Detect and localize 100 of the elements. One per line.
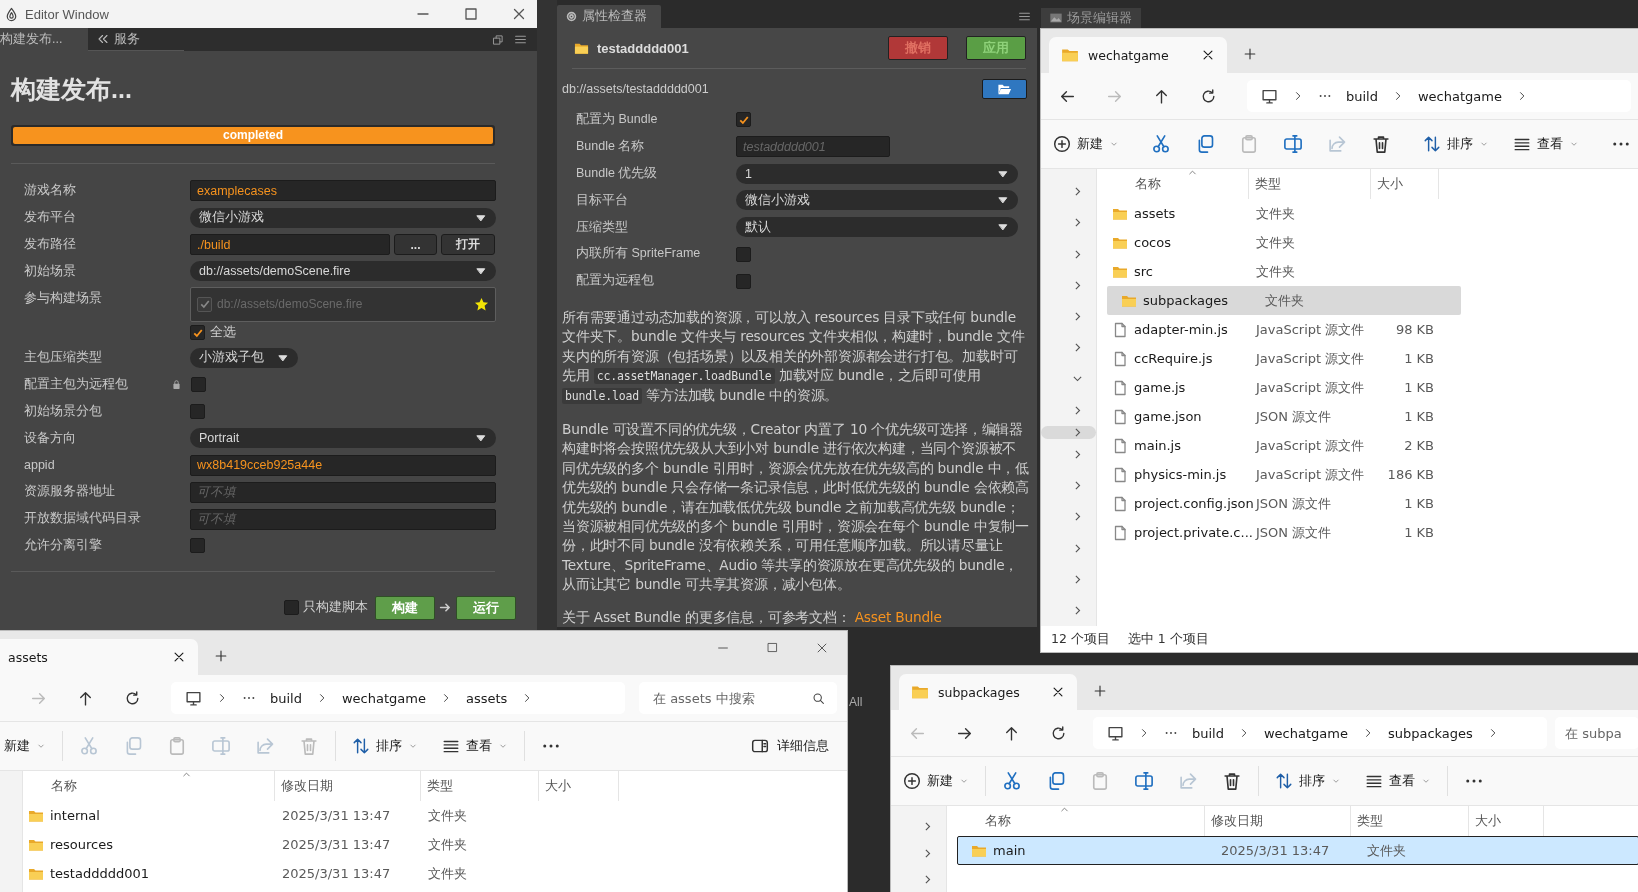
rename-icon[interactable] <box>1134 771 1154 791</box>
file-row[interactable]: internal 2025/3/31 13:47 文件夹 <box>23 801 847 830</box>
address-bar[interactable]: build wechatgame <box>1247 80 1631 112</box>
open-folder-button[interactable] <box>982 79 1027 99</box>
panel-tab[interactable]: 属性检查器 <box>557 5 661 28</box>
folder-tab[interactable]: subpackages <box>899 674 1077 710</box>
checkbox[interactable] <box>191 377 206 393</box>
breadcrumb-item[interactable]: wechatgame <box>341 690 426 706</box>
plus-icon[interactable] <box>1093 684 1107 698</box>
text-field[interactable]: testaddddd001 <box>736 136 890 158</box>
maximize-icon[interactable] <box>766 641 779 654</box>
column-header[interactable]: 名称 <box>23 771 275 801</box>
sort-button[interactable]: 排序 <box>1275 772 1341 790</box>
column-header[interactable]: 类型 <box>421 771 539 801</box>
column-header[interactable]: 修改日期 <box>275 771 421 801</box>
checkbox[interactable] <box>190 404 205 419</box>
checkbox[interactable] <box>284 600 299 616</box>
text-field[interactable]: examplecases <box>190 180 496 202</box>
breadcrumb-item[interactable]: build <box>1346 88 1378 104</box>
dropdown[interactable]: db://assets/demoScene.fire <box>190 261 496 282</box>
dropdown[interactable]: 小游戏子包 <box>190 347 298 368</box>
checkbox[interactable] <box>736 246 751 262</box>
close-icon[interactable] <box>172 650 186 664</box>
checkbox[interactable] <box>190 538 205 554</box>
checkbox[interactable] <box>190 325 205 341</box>
close-icon[interactable] <box>1051 685 1065 699</box>
menu-icon[interactable] <box>514 33 527 46</box>
address-bar[interactable]: build wechatgame assets <box>171 682 625 714</box>
address-bar[interactable]: build wechatgame subpackages <box>1093 717 1547 749</box>
sort-button[interactable]: 排序 <box>352 737 418 755</box>
view-button[interactable]: 查看 <box>1365 772 1431 790</box>
dropdown[interactable]: Portrait <box>190 428 496 449</box>
breadcrumb-item[interactable]: build <box>270 690 302 706</box>
file-row[interactable]: resources 2025/3/31 13:47 文件夹 <box>23 830 847 859</box>
scissors-icon[interactable] <box>1002 771 1022 791</box>
scissors-icon[interactable] <box>1151 134 1171 154</box>
text-field[interactable]: 可不填 <box>190 508 496 530</box>
plus-icon[interactable] <box>214 649 228 663</box>
up-arrow-icon[interactable] <box>1153 87 1170 105</box>
file-row[interactable]: game.js JavaScript 源文件 1 KB <box>1107 373 1443 402</box>
menu-icon[interactable] <box>1018 10 1031 23</box>
trash-icon[interactable] <box>1222 771 1242 791</box>
refresh-icon[interactable] <box>1200 87 1217 105</box>
dropdown[interactable]: 微信小游戏 <box>736 190 1018 211</box>
checkbox[interactable] <box>736 273 751 289</box>
trash-icon[interactable] <box>1371 134 1391 154</box>
up-arrow-icon[interactable] <box>1003 724 1020 742</box>
breadcrumb-item[interactable]: assets <box>465 690 508 706</box>
breadcrumb-item[interactable]: build <box>1192 725 1224 741</box>
search-field[interactable]: 在 subpa <box>1555 717 1638 749</box>
restore-icon[interactable] <box>492 33 504 46</box>
column-header[interactable]: 大小 <box>539 771 619 801</box>
view-button[interactable]: 查看 <box>442 737 508 755</box>
search-field[interactable]: 在 assets 中搜索 <box>639 682 837 714</box>
dropdown[interactable]: 1 <box>736 163 1018 184</box>
sort-button[interactable]: 排序 <box>1423 135 1489 153</box>
text-field[interactable]: wx8b419cceb925a44e <box>190 454 496 476</box>
close-icon[interactable] <box>1201 48 1215 62</box>
file-row[interactable]: main 2025/3/31 13:47 文件夹 <box>957 836 1638 865</box>
panel-tab[interactable]: 场景编辑器 <box>1041 8 1141 28</box>
column-header[interactable]: 类型 <box>1249 169 1371 199</box>
refresh-icon[interactable] <box>1050 724 1067 742</box>
text-field[interactable]: 可不填 <box>190 481 496 503</box>
file-row[interactable]: subpackages 文件夹 <box>1107 286 1461 315</box>
checkbox[interactable] <box>736 112 751 128</box>
rename-icon[interactable] <box>1283 134 1303 154</box>
file-row[interactable]: src 文件夹 <box>1107 257 1443 286</box>
path-field[interactable]: ./build <box>190 234 390 256</box>
up-arrow-icon[interactable] <box>77 689 94 707</box>
plus-icon[interactable] <box>1243 47 1257 61</box>
breadcrumb-item[interactable]: wechatgame <box>1417 88 1502 104</box>
path-button[interactable]: ... <box>394 234 437 256</box>
column-header[interactable]: 名称 <box>1107 169 1249 199</box>
file-row[interactable]: project.config.json JSON 源文件 1 KB <box>1107 489 1443 518</box>
doc-link[interactable]: Asset Bundle <box>854 608 942 625</box>
column-header[interactable]: 大小 <box>1371 169 1439 199</box>
path-button[interactable]: 打开 <box>441 234 495 256</box>
checkbox[interactable] <box>197 296 212 312</box>
folder-tab[interactable]: assets <box>0 639 198 675</box>
panel-tab[interactable]: 服务 <box>88 28 184 51</box>
dropdown[interactable]: 默认 <box>736 217 1018 238</box>
file-row[interactable]: testaddddd001 2025/3/31 13:47 文件夹 <box>23 859 847 888</box>
file-row[interactable]: project.private.c... JSON 源文件 1 KB <box>1107 518 1443 547</box>
new-button[interactable]: 新建 <box>1053 135 1119 153</box>
dropdown[interactable]: 微信小游戏 <box>190 207 496 228</box>
file-row[interactable]: game.json JSON 源文件 1 KB <box>1107 402 1443 431</box>
details-button[interactable]: 详细信息 <box>751 737 829 755</box>
file-row[interactable]: ccRequire.js JavaScript 源文件 1 KB <box>1107 344 1443 373</box>
breadcrumb-item[interactable]: wechatgame <box>1263 725 1348 741</box>
file-row[interactable]: main.js JavaScript 源文件 2 KB <box>1107 431 1443 460</box>
close-icon[interactable] <box>511 6 527 22</box>
file-row[interactable]: adapter-min.js JavaScript 源文件 98 KB <box>1107 315 1443 344</box>
refresh-icon[interactable] <box>124 689 141 707</box>
view-button[interactable]: 查看 <box>1513 135 1579 153</box>
folder-tab[interactable]: wechatgame <box>1049 37 1227 73</box>
file-row[interactable]: cocos 文件夹 <box>1107 228 1443 257</box>
panel-tab[interactable]: 构建发布... <box>0 28 88 51</box>
new-button[interactable]: 新建 <box>903 772 969 790</box>
maximize-icon[interactable] <box>463 6 479 22</box>
file-row[interactable]: assets 文件夹 <box>1107 199 1443 228</box>
